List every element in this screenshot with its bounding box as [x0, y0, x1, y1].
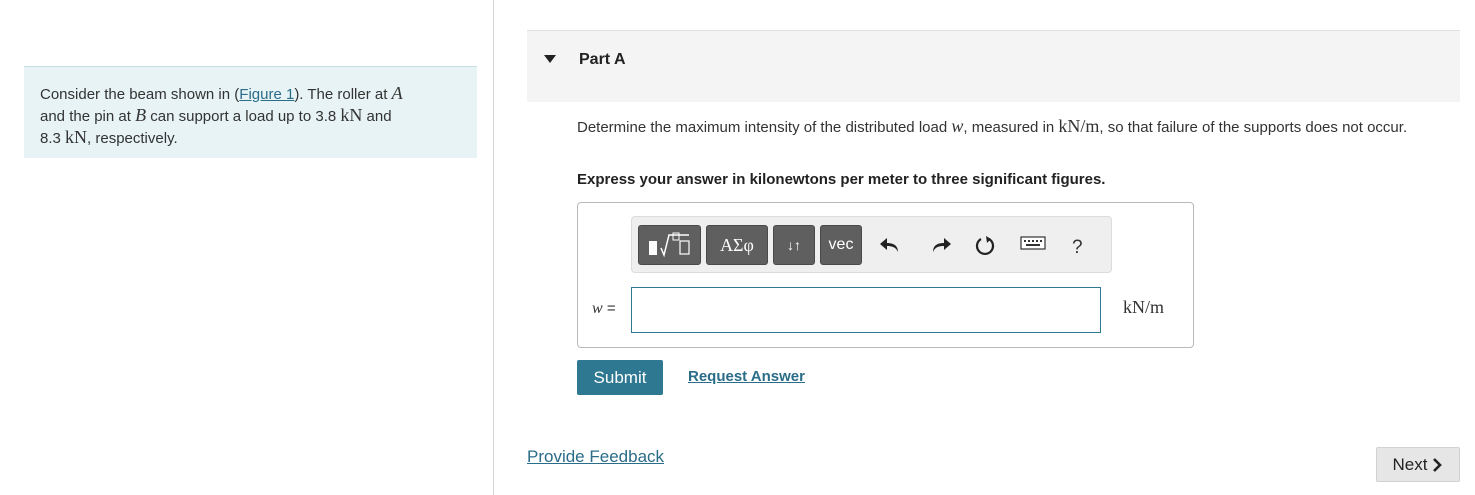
- question-text-segment: , measured in: [963, 119, 1059, 136]
- next-button[interactable]: Next: [1376, 447, 1460, 482]
- reset-button[interactable]: [974, 235, 996, 257]
- collapse-caret-icon[interactable]: [544, 55, 556, 63]
- templates-button[interactable]: [638, 225, 701, 265]
- point-b-label: B: [135, 105, 147, 125]
- intro-text: Consider the beam shown in (: [40, 86, 240, 103]
- redo-icon: [933, 238, 951, 252]
- templates-icon: [648, 232, 690, 258]
- keyboard-button[interactable]: [1020, 235, 1046, 251]
- part-a-header[interactable]: Part A: [527, 30, 1460, 102]
- question-text: Determine the maximum intensity of the d…: [577, 114, 1457, 140]
- answer-input[interactable]: [631, 287, 1101, 333]
- submit-button[interactable]: Submit: [577, 360, 663, 395]
- variable-w: w: [592, 300, 603, 317]
- intro-text: and: [362, 108, 392, 125]
- math-toolbar: ΑΣφ ↓↑ vec ?: [631, 216, 1112, 273]
- question-text-segment: Determine the maximum intensity of the d…: [577, 119, 952, 136]
- part-title: Part A: [579, 51, 626, 68]
- column-divider: [493, 0, 494, 495]
- request-answer-link[interactable]: Request Answer: [688, 368, 805, 385]
- undo-icon: [880, 238, 898, 252]
- redo-button[interactable]: [930, 235, 952, 255]
- reset-icon: [975, 236, 995, 256]
- figure-link[interactable]: Figure 1: [239, 86, 294, 103]
- intro-text: and the pin at: [40, 108, 136, 125]
- answer-box: ΑΣφ ↓↑ vec ? w = kN/m: [577, 202, 1194, 348]
- next-label: Next: [1392, 454, 1428, 474]
- intro-text: can support a load up to 3.8: [146, 108, 341, 125]
- arrows-button[interactable]: ↓↑: [773, 225, 815, 265]
- answer-unit: kN/m: [1123, 297, 1165, 317]
- help-button[interactable]: ?: [1072, 237, 1083, 259]
- variable-w: w: [951, 116, 964, 136]
- unit-label: kN/m: [1058, 116, 1100, 136]
- intro-text: 8.3: [40, 130, 66, 147]
- unit-label: kN: [340, 105, 363, 125]
- point-a-label: A: [391, 83, 403, 103]
- undo-button[interactable]: [879, 235, 901, 255]
- answer-variable-label: w =: [592, 300, 616, 317]
- intro-text: , respectively.: [87, 130, 178, 147]
- intro-text: ). The roller at: [294, 86, 392, 103]
- unit-label: kN: [65, 127, 88, 147]
- provide-feedback-link[interactable]: Provide Feedback: [527, 447, 664, 467]
- greek-button[interactable]: ΑΣφ: [706, 225, 768, 265]
- keyboard-icon: [1020, 236, 1046, 250]
- problem-statement: Consider the beam shown in (Figure 1). T…: [24, 66, 477, 158]
- vector-button[interactable]: vec: [820, 225, 862, 265]
- answer-instruction: Express your answer in kilonewtons per m…: [577, 171, 1106, 188]
- chevron-right-icon: [1433, 457, 1443, 472]
- question-text-segment: , so that failure of the supports does n…: [1099, 119, 1408, 136]
